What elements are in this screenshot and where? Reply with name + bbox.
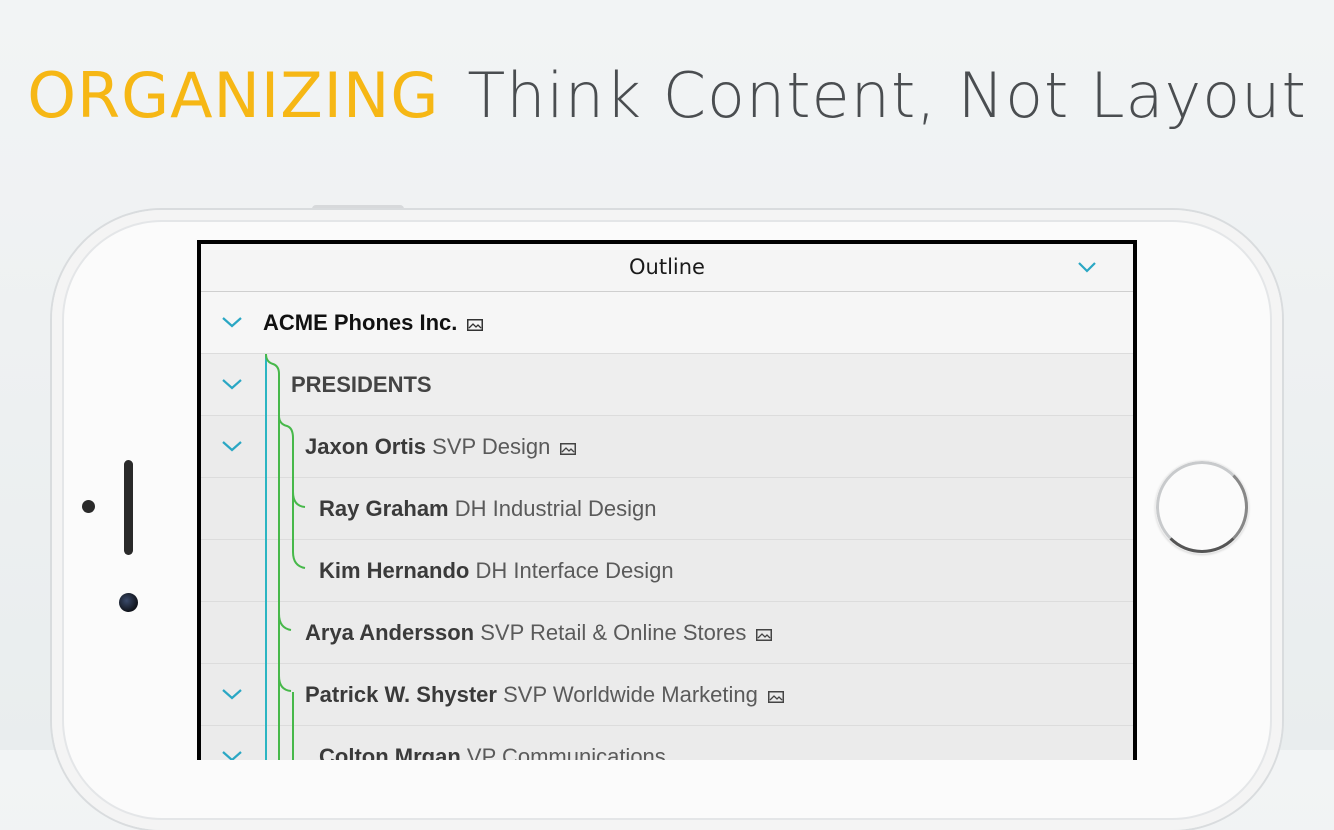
nav-bar: Outline <box>201 244 1133 292</box>
chevron-down-icon[interactable] <box>221 749 243 760</box>
list-item[interactable]: ACME Phones Inc. <box>201 292 1133 354</box>
chevron-down-icon[interactable] <box>221 377 243 391</box>
item-title: DH Interface Design <box>475 558 674 583</box>
image-icon <box>756 629 773 641</box>
headline-text: Think Content, Not Layout <box>467 59 1307 132</box>
list-item[interactable]: PRESIDENTS <box>201 354 1133 416</box>
item-name: Arya Andersson <box>305 620 475 645</box>
list-item[interactable]: Ray Graham DH Industrial Design <box>201 478 1133 540</box>
item-name: Colton Mrgan <box>319 744 461 760</box>
item-name: ACME Phones Inc. <box>263 310 458 335</box>
image-icon <box>560 443 577 455</box>
list-item[interactable]: Jaxon Ortis SVP Design <box>201 416 1133 478</box>
chevron-down-icon[interactable] <box>1077 260 1097 274</box>
home-button[interactable] <box>1155 460 1249 554</box>
item-name: Jaxon Ortis <box>305 434 427 459</box>
row-text: Colton Mrgan VP Communications <box>319 726 666 760</box>
outline-list: ACME Phones Inc. PRESIDENTS Jaxon Ortis … <box>201 292 1133 760</box>
row-text: ACME Phones Inc. <box>263 292 484 353</box>
phone-screen: Outline ACME Phones Inc. PRESIDENTS Jaxo… <box>197 240 1137 760</box>
row-text: Arya Andersson SVP Retail & Online Store… <box>305 602 773 663</box>
item-title: SVP Retail & Online Stores <box>480 620 747 645</box>
row-text: Ray Graham DH Industrial Design <box>319 478 657 539</box>
list-item[interactable]: Kim Hernando DH Interface Design <box>201 540 1133 602</box>
chevron-down-icon[interactable] <box>221 439 243 453</box>
item-name: Patrick W. Shyster <box>305 682 497 707</box>
list-item[interactable]: Colton Mrgan VP Communications <box>201 726 1133 760</box>
row-text: Patrick W. Shyster SVP Worldwide Marketi… <box>305 664 784 725</box>
item-title: DH Industrial Design <box>454 496 657 521</box>
item-title: VP Communications <box>466 744 666 760</box>
nav-title: Outline <box>629 255 705 279</box>
item-name: Kim Hernando <box>319 558 470 583</box>
chevron-down-icon[interactable] <box>221 687 243 701</box>
item-name: Ray Graham <box>319 496 449 521</box>
item-title: SVP Design <box>432 434 551 459</box>
headline-accent: ORGANIZING <box>27 59 440 132</box>
app-screen: Outline ACME Phones Inc. PRESIDENTS Jaxo… <box>201 244 1133 760</box>
phone-sensor <box>82 500 95 513</box>
row-text: PRESIDENTS <box>291 354 432 415</box>
chevron-down-icon[interactable] <box>221 315 243 329</box>
list-item[interactable]: Arya Andersson SVP Retail & Online Store… <box>201 602 1133 664</box>
item-name: PRESIDENTS <box>291 372 432 397</box>
item-title: SVP Worldwide Marketing <box>503 682 758 707</box>
row-text: Jaxon Ortis SVP Design <box>305 416 577 477</box>
image-icon <box>467 319 484 331</box>
phone-speaker <box>124 460 133 555</box>
row-text: Kim Hernando DH Interface Design <box>319 540 674 601</box>
headline: ORGANIZING Think Content, Not Layout <box>0 56 1334 136</box>
list-item[interactable]: Patrick W. Shyster SVP Worldwide Marketi… <box>201 664 1133 726</box>
image-icon <box>767 691 784 703</box>
phone-camera <box>119 593 138 612</box>
